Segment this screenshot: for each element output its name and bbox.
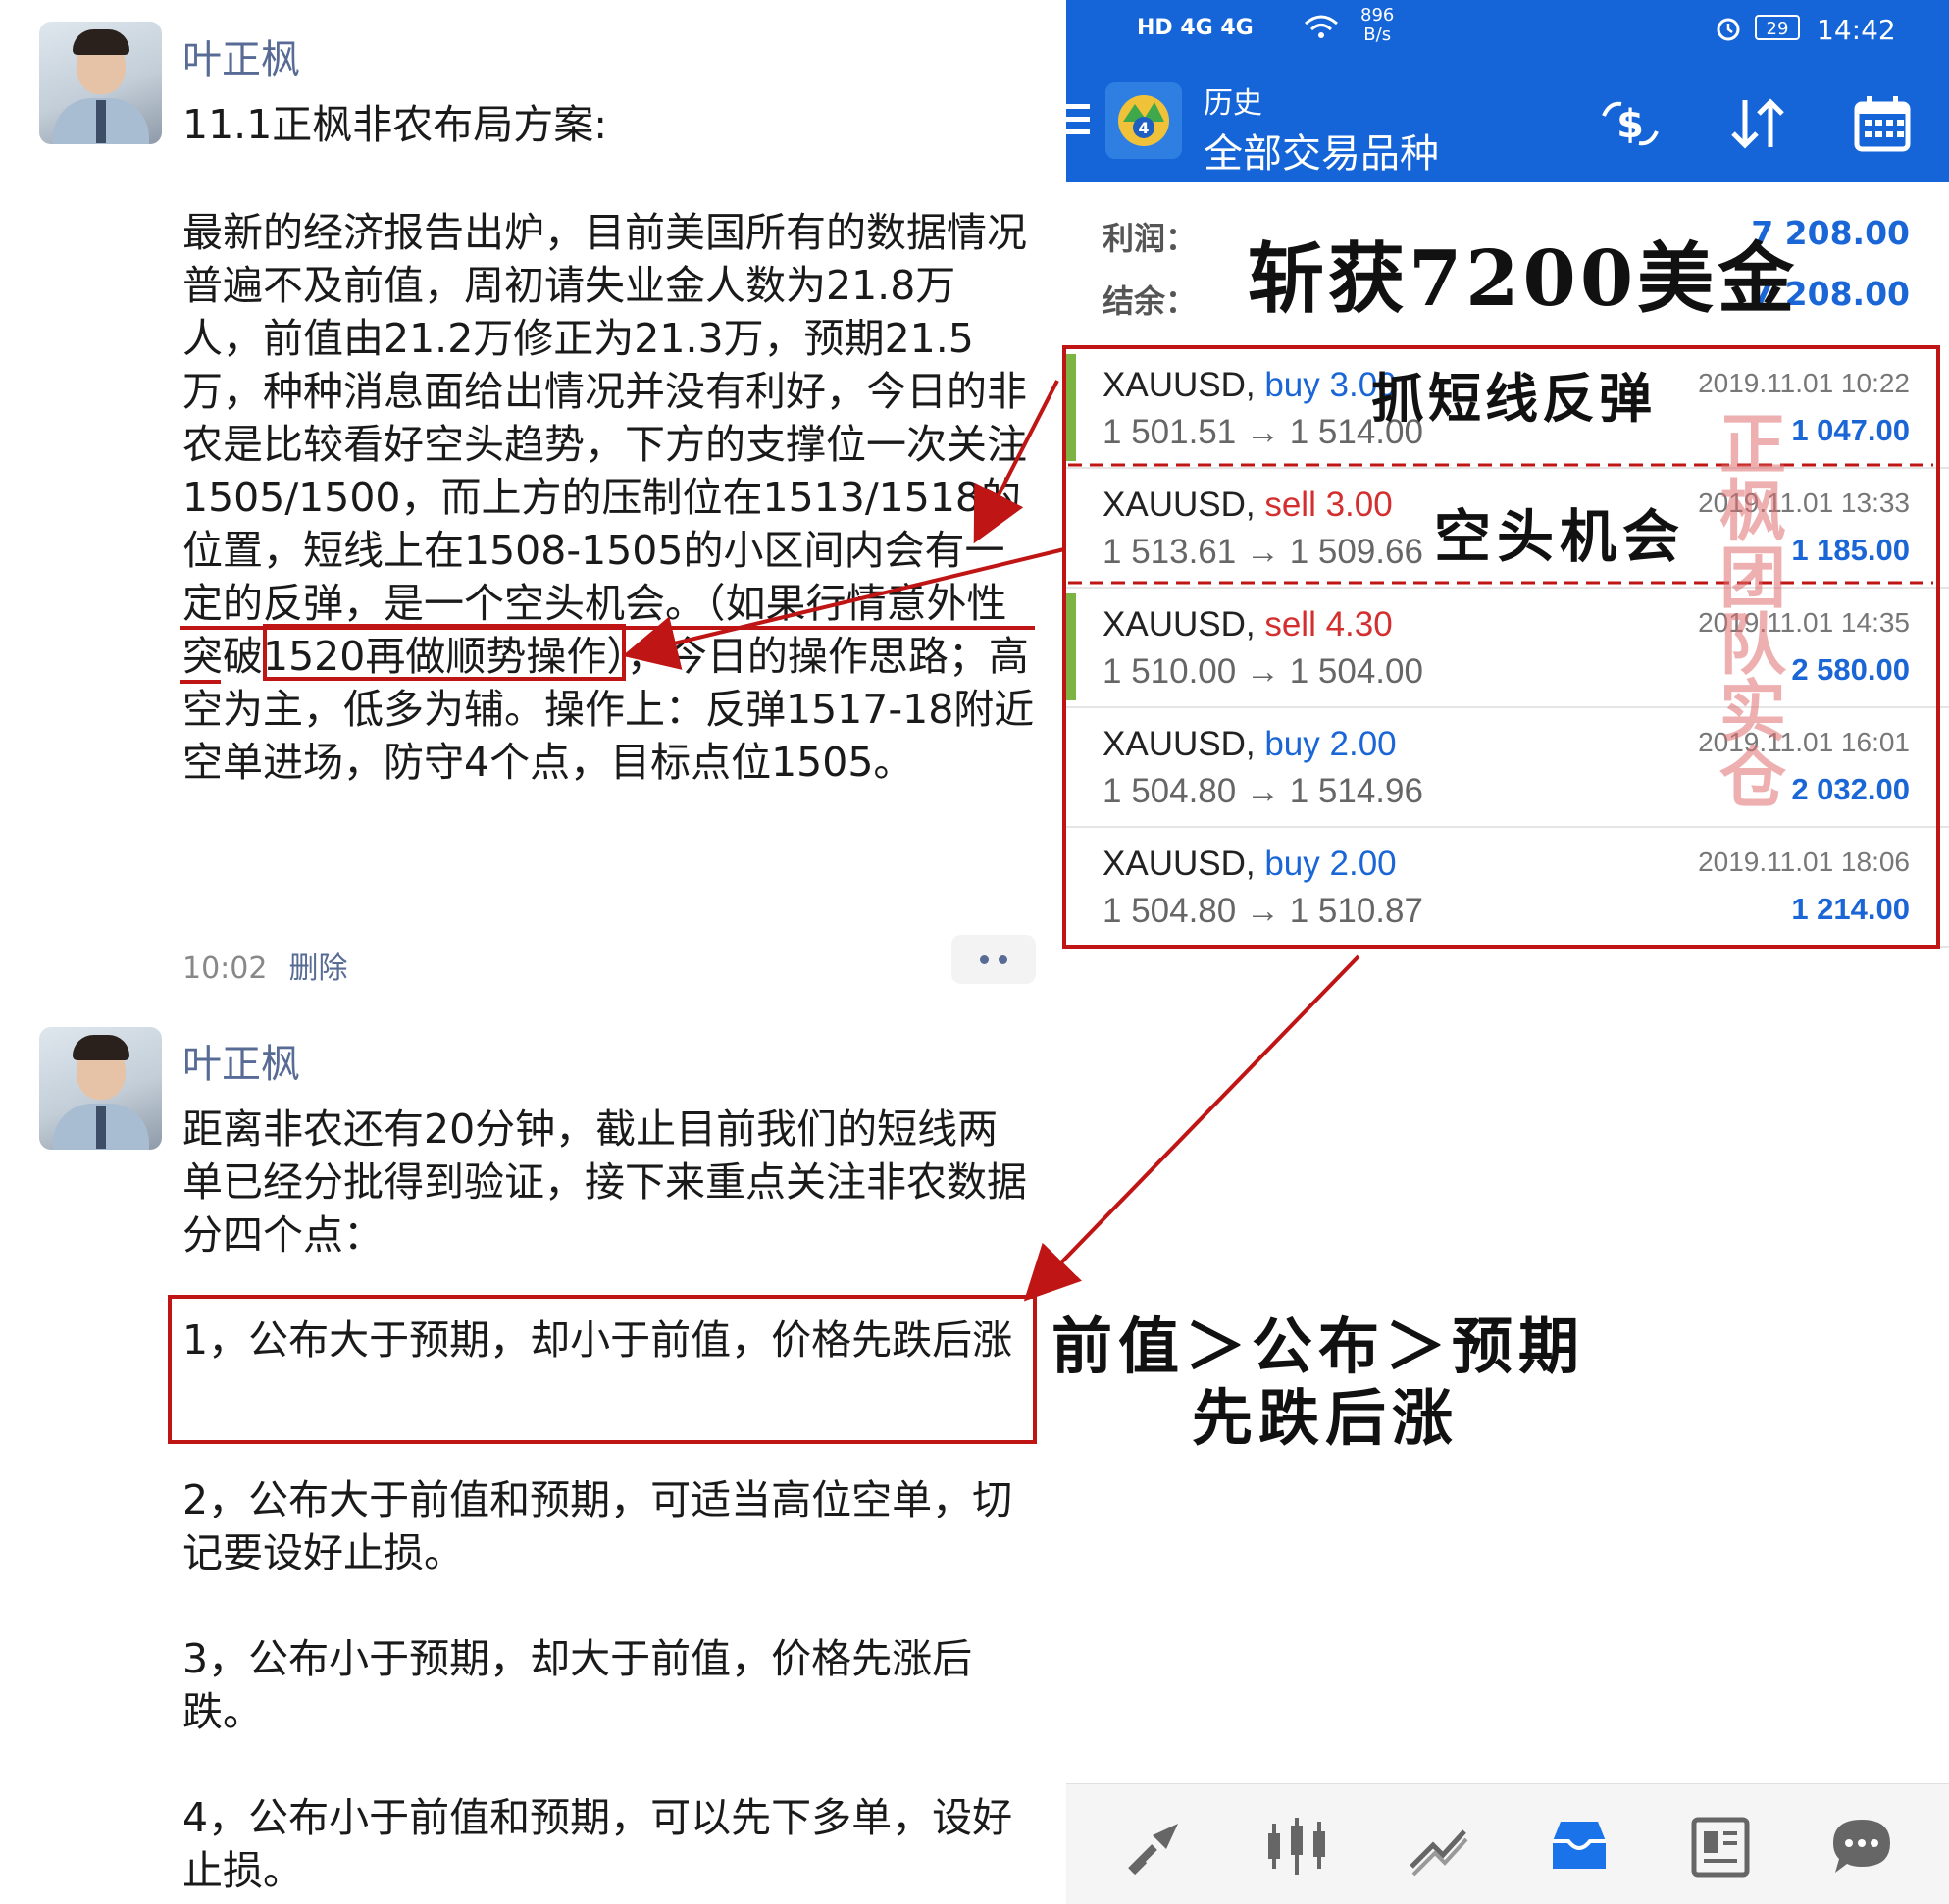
team-stamp: 正枫团队实仓 (1718, 406, 1786, 818)
conclusion-callout-line2: 先跌后涨 (1192, 1382, 1460, 1454)
short-rebound-callout: 抓短线反弹 (1371, 367, 1656, 430)
short-opportunity-callout: 空头机会 (1434, 503, 1686, 570)
headline-callout: 斩获7200美金 (1248, 234, 1799, 324)
